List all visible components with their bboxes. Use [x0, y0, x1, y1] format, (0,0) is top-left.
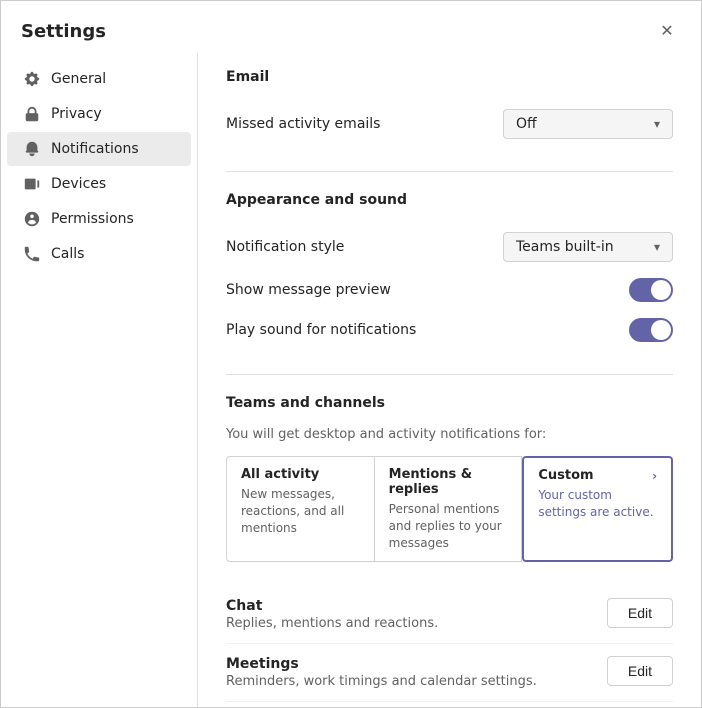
- dropdown-arrow-icon-2: ▾: [654, 240, 660, 254]
- missed-activity-dropdown[interactable]: Off ▾: [503, 109, 673, 139]
- show-preview-row: Show message preview: [226, 270, 673, 310]
- all-activity-title: All activity: [241, 467, 360, 482]
- notification-style-value: Teams built-in: [516, 239, 614, 255]
- chat-section-info: Chat Replies, mentions and reactions.: [226, 598, 438, 631]
- dropdown-arrow-icon: ▾: [654, 117, 660, 131]
- chat-section-row: Chat Replies, mentions and reactions. Ed…: [226, 586, 673, 644]
- mentions-replies-title: Mentions & replies: [389, 467, 508, 497]
- custom-title: Custom ›: [538, 468, 657, 483]
- custom-desc: Your custom settings are active.: [538, 487, 657, 521]
- sidebar-item-privacy[interactable]: Privacy: [7, 97, 191, 131]
- appearance-section: Appearance and sound Notification style …: [226, 192, 673, 350]
- sidebar-item-general-label: General: [51, 71, 106, 87]
- meetings-edit-button[interactable]: Edit: [607, 656, 673, 686]
- sidebar-item-notifications-label: Notifications: [51, 141, 139, 157]
- divider-2: [226, 374, 673, 375]
- meetings-section-info: Meetings Reminders, work timings and cal…: [226, 656, 537, 689]
- email-section-title: Email: [226, 69, 673, 85]
- sidebar: General Privacy Notifications: [1, 53, 197, 707]
- sidebar-item-calls[interactable]: Calls: [7, 237, 191, 271]
- play-sound-toggle[interactable]: [629, 318, 673, 342]
- show-preview-toggle[interactable]: [629, 278, 673, 302]
- teams-channels-title: Teams and channels: [226, 395, 673, 411]
- permissions-icon: [23, 210, 41, 228]
- people-section-row: People Follow statuses Edit: [226, 702, 673, 707]
- gear-icon: [23, 70, 41, 88]
- devices-icon: [23, 175, 41, 193]
- notification-style-dropdown[interactable]: Teams built-in ▾: [503, 232, 673, 262]
- all-activity-option[interactable]: All activity New messages, reactions, an…: [226, 456, 375, 562]
- appearance-section-title: Appearance and sound: [226, 192, 673, 208]
- notification-style-row: Notification style Teams built-in ▾: [226, 224, 673, 270]
- all-activity-desc: New messages, reactions, and all mention…: [241, 486, 360, 536]
- sidebar-item-permissions[interactable]: Permissions: [7, 202, 191, 236]
- chat-title: Chat: [226, 598, 438, 614]
- chat-edit-button[interactable]: Edit: [607, 598, 673, 628]
- chat-desc: Replies, mentions and reactions.: [226, 616, 438, 631]
- sidebar-item-privacy-label: Privacy: [51, 106, 102, 122]
- settings-window: Settings ✕ General Privacy: [0, 0, 702, 708]
- content-area: Email Missed activity emails Off ▾ Appea…: [197, 53, 701, 707]
- missed-activity-row: Missed activity emails Off ▾: [226, 101, 673, 147]
- show-preview-label: Show message preview: [226, 282, 391, 298]
- sidebar-item-permissions-label: Permissions: [51, 211, 134, 227]
- sidebar-item-notifications[interactable]: Notifications: [7, 132, 191, 166]
- mentions-replies-desc: Personal mentions and replies to your me…: [389, 501, 508, 551]
- window-title: Settings: [21, 21, 106, 42]
- notification-options: All activity New messages, reactions, an…: [226, 456, 673, 562]
- teams-channels-section: Teams and channels You will get desktop …: [226, 395, 673, 562]
- sidebar-item-calls-label: Calls: [51, 246, 84, 262]
- lock-icon: [23, 105, 41, 123]
- meetings-desc: Reminders, work timings and calendar set…: [226, 674, 537, 689]
- main-body: General Privacy Notifications: [1, 53, 701, 707]
- phone-icon: [23, 245, 41, 263]
- meetings-title: Meetings: [226, 656, 537, 672]
- title-bar: Settings ✕: [1, 1, 701, 53]
- sidebar-item-devices-label: Devices: [51, 176, 106, 192]
- close-button[interactable]: ✕: [653, 17, 681, 45]
- play-sound-row: Play sound for notifications: [226, 310, 673, 350]
- email-section: Email Missed activity emails Off ▾: [226, 69, 673, 147]
- chevron-right-icon: ›: [652, 469, 657, 483]
- sub-sections: Chat Replies, mentions and reactions. Ed…: [226, 586, 673, 707]
- divider-1: [226, 171, 673, 172]
- custom-option[interactable]: Custom › Your custom settings are active…: [522, 456, 673, 562]
- bell-icon: [23, 140, 41, 158]
- teams-channels-desc: You will get desktop and activity notifi…: [226, 427, 673, 442]
- play-sound-label: Play sound for notifications: [226, 322, 416, 338]
- missed-activity-label: Missed activity emails: [226, 116, 380, 132]
- sidebar-item-devices[interactable]: Devices: [7, 167, 191, 201]
- meetings-section-row: Meetings Reminders, work timings and cal…: [226, 644, 673, 702]
- mentions-replies-option[interactable]: Mentions & replies Personal mentions and…: [375, 456, 523, 562]
- notification-style-label: Notification style: [226, 239, 344, 255]
- sidebar-item-general[interactable]: General: [7, 62, 191, 96]
- missed-activity-value: Off: [516, 116, 537, 132]
